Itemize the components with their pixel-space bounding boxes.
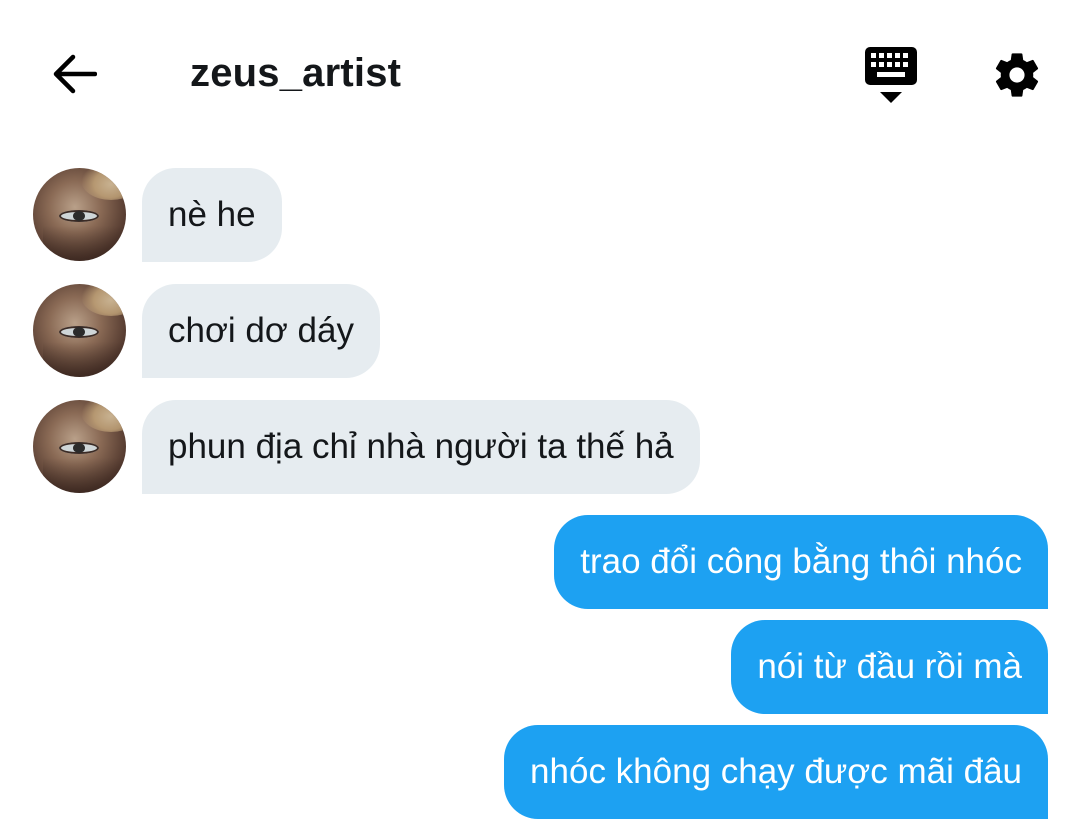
sent-message[interactable]: nhóc không chạy được mãi đâu — [504, 725, 1048, 819]
avatar[interactable] — [33, 168, 126, 261]
conversation-title: zeus_artist — [190, 51, 402, 95]
arrow-left-icon — [53, 54, 97, 94]
conversation-header: zeus_artist — [0, 0, 1080, 150]
received-message[interactable]: nè he — [142, 168, 282, 262]
settings-button[interactable] — [984, 44, 1050, 106]
received-message[interactable]: chơi dơ dáy — [142, 284, 380, 378]
keyboard-toggle-button[interactable] — [858, 44, 924, 106]
avatar[interactable] — [33, 284, 126, 377]
back-button[interactable] — [44, 48, 104, 100]
received-message[interactable]: phun địa chỉ nhà người ta thế hả — [142, 400, 700, 494]
keyboard-hide-icon — [865, 47, 917, 103]
gear-icon — [995, 53, 1039, 97]
sent-message[interactable]: trao đổi công bằng thôi nhóc — [554, 515, 1048, 609]
sent-message[interactable]: nói từ đầu rồi mà — [731, 620, 1048, 714]
avatar[interactable] — [33, 400, 126, 493]
